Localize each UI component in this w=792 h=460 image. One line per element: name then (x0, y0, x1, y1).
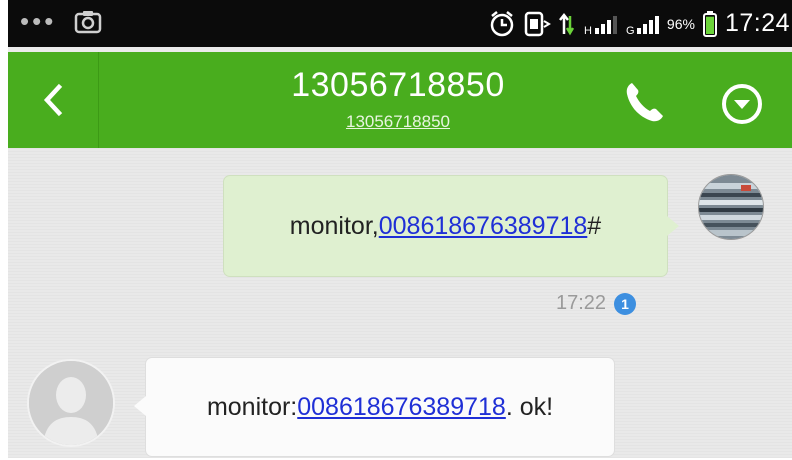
contact-avatar[interactable] (27, 359, 115, 447)
incoming-message-text: monitor:008618676389718. ok! (207, 393, 553, 422)
conversation-area[interactable]: monitor,008618676389718# 17:22 1 monitor… (8, 148, 792, 458)
camera-icon (74, 11, 102, 34)
my-avatar[interactable] (698, 174, 764, 240)
contact-info[interactable]: 13056718850 13056718850 (188, 64, 608, 134)
status-bar: ••• H G 96% 17:24 (8, 0, 792, 47)
outgoing-phone-link[interactable]: 008618676389718 (379, 212, 588, 240)
call-button[interactable] (616, 74, 672, 130)
chevron-left-icon (43, 83, 63, 117)
message-meta: 17:22 1 (556, 292, 637, 315)
default-person-icon (29, 361, 113, 445)
incoming-message-prefix: monitor: (206, 392, 298, 421)
phone-icon (626, 83, 663, 122)
status-time: 17:24 (724, 9, 790, 37)
more-dots-icon: ••• (20, 6, 57, 36)
outgoing-message-text: monitor,008618676389718# (290, 212, 601, 241)
back-button[interactable] (8, 52, 99, 148)
outgoing-message-suffix: # (587, 211, 602, 240)
signal-strength-icon-2: G (626, 15, 659, 37)
conversation-header: 13056718850 13056718850 (8, 52, 792, 148)
outgoing-message-prefix: monitor, (289, 211, 379, 240)
alarm-clock-icon (490, 10, 514, 36)
incoming-phone-link[interactable]: 008618676389718 (297, 393, 506, 421)
messaging-app: ••• H G 96% 17:24 13056718850 1305671885… (8, 0, 792, 458)
signal2-label: G (626, 25, 635, 37)
avatar-photo-icon (699, 175, 763, 239)
outgoing-message-bubble[interactable]: monitor,008618676389718# (223, 175, 679, 277)
battery-icon (702, 10, 717, 37)
signal1-label: H (584, 25, 592, 37)
message-time: 17:22 (556, 292, 607, 314)
battery-percent: 96% (666, 15, 695, 32)
circle-chevron-down-icon (722, 84, 762, 124)
delivery-status-badge: 1 (614, 292, 637, 315)
nfc-icon (524, 11, 551, 36)
incoming-message-bubble[interactable]: monitor:008618676389718. ok! (134, 357, 615, 457)
data-transfer-icon (558, 12, 574, 35)
contact-title: 13056718850 (291, 66, 505, 104)
menu-button[interactable] (714, 76, 770, 132)
signal-strength-icon: H (584, 15, 617, 37)
contact-number-link[interactable]: 13056718850 (188, 110, 608, 134)
incoming-message-suffix: . ok! (505, 392, 554, 421)
